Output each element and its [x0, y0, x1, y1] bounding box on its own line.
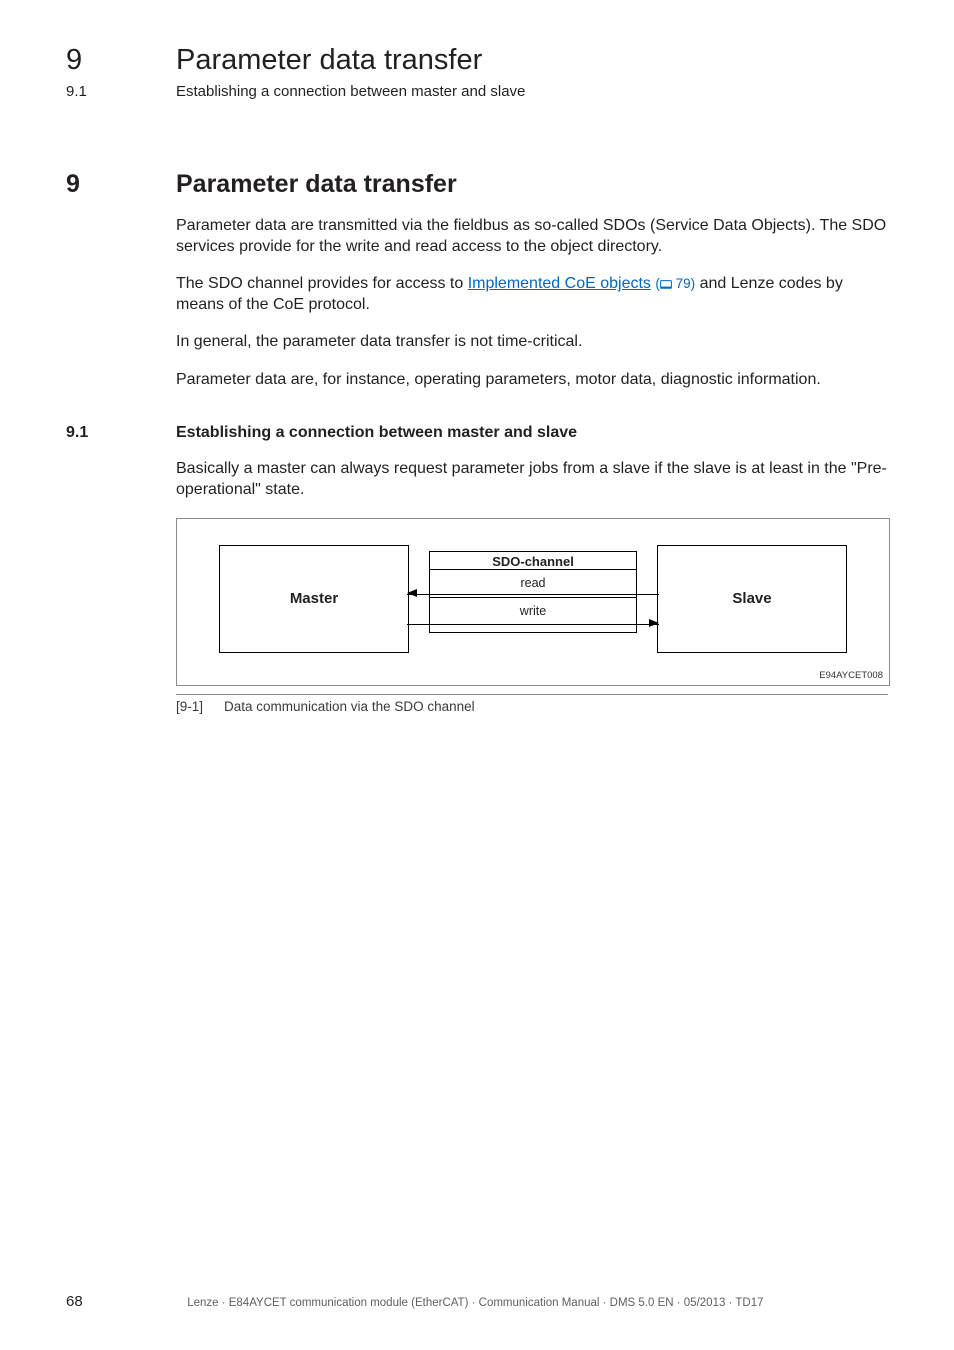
page-number: 68	[66, 1293, 83, 1310]
paragraph: In general, the parameter data transfer …	[176, 331, 888, 352]
paragraph: Parameter data are transmitted via the f…	[176, 215, 888, 257]
paragraph: Parameter data are, for instance, operat…	[176, 369, 888, 390]
figure-arrow-read-line	[407, 594, 659, 595]
chapter-title: Parameter data transfer	[176, 170, 888, 199]
figure-master-box: Master	[219, 545, 409, 653]
link-implemented-coe-objects[interactable]: Implemented CoE objects	[468, 275, 651, 292]
header-section-title: Establishing a connection between master…	[176, 77, 888, 100]
section-number: 9.1	[66, 424, 176, 442]
text: The SDO channel provides for access to	[176, 275, 468, 292]
figure-channel-box: SDO-channel read write	[429, 551, 637, 633]
page-footer: 68 Lenze · E84AYCET communication module…	[66, 1293, 888, 1310]
figure-caption: [9-1] Data communication via the SDO cha…	[176, 694, 888, 714]
figure-arrow-left-icon	[407, 589, 417, 597]
chapter-body: Parameter data are transmitted via the f…	[176, 215, 888, 390]
cross-reference-page: 79	[676, 276, 691, 291]
section-body: Basically a master can always request pa…	[176, 458, 888, 714]
paragraph: The SDO channel provides for access to I…	[176, 273, 888, 315]
header-chapter-title: Parameter data transfer	[176, 44, 888, 77]
figure-slave-box: Slave	[657, 545, 847, 653]
figure-caption-text: Data communication via the SDO channel	[224, 694, 888, 714]
figure-caption-key: [9-1]	[176, 694, 224, 714]
paragraph: Basically a master can always request pa…	[176, 458, 888, 500]
figure-arrow-right-icon	[649, 619, 659, 627]
figure-channel-write: write	[430, 597, 636, 625]
section-heading: 9.1 Establishing a connection between ma…	[66, 424, 888, 442]
chapter-number: 9	[66, 170, 176, 199]
figure-sdo-channel: Master Slave SDO-channel read write E94A…	[176, 518, 890, 686]
header-section-number: 9.1	[66, 77, 176, 100]
chapter-heading: 9 Parameter data transfer	[66, 170, 888, 199]
figure-arrow-write-line	[407, 624, 659, 625]
cross-reference[interactable]: ( 79)	[655, 276, 695, 291]
figure-code: E94AYCET008	[819, 670, 883, 681]
divider-rule: _ _ _ _ _ _ _ _ _ _ _ _ _ _ _ _ _ _ _ _ …	[66, 130, 888, 146]
section-title: Establishing a connection between master…	[176, 424, 888, 442]
header-chapter-number: 9	[66, 44, 176, 77]
figure-channel-title: SDO-channel	[430, 552, 636, 569]
doc-id-line: Lenze · E84AYCET communication module (E…	[83, 1297, 868, 1309]
running-header: 9 Parameter data transfer 9.1 Establishi…	[66, 44, 888, 100]
